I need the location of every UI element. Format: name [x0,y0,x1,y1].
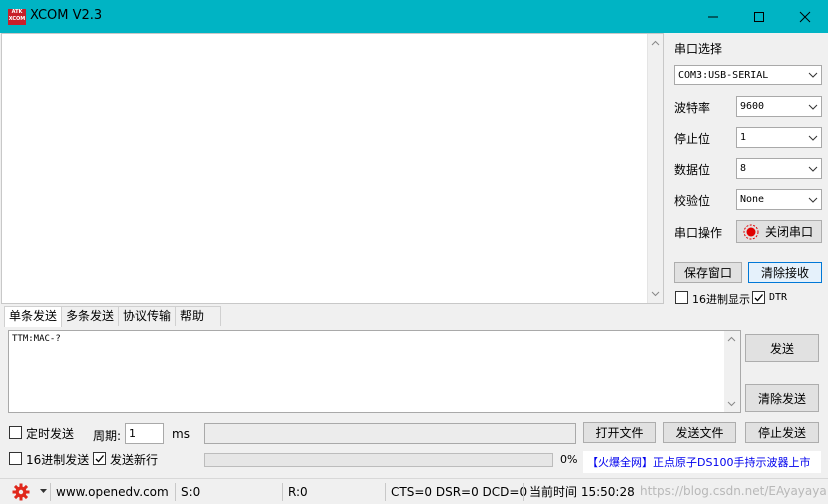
checkmark-icon [754,294,763,302]
chevron-down-icon [808,104,818,110]
sent-count: S:0 [175,483,200,501]
clear-receive-button[interactable]: 清除接收 [748,262,822,283]
chevron-down-icon [808,72,818,78]
parity-label: 校验位 [674,194,711,208]
port-operation-label: 串口操作 [674,226,723,240]
dtr-checkbox[interactable] [752,291,765,304]
send-file-label: 发送文件 [675,426,724,440]
send-newline-label: 发送新行 [110,453,159,467]
receive-scrollbar[interactable] [647,34,663,303]
clear-send-button[interactable]: 清除发送 [745,384,819,412]
stopbits-label: 停止位 [674,132,711,146]
dtr-label: DTR [769,292,788,303]
scroll-down-icon[interactable] [651,291,660,297]
send-button-label: 发送 [769,341,794,356]
databits-select[interactable]: 8 [736,158,822,179]
maximize-button[interactable] [736,0,782,33]
tab-single-send[interactable]: 单条发送 [4,306,63,327]
line-status: CTS=0 DSR=0 DCD=0 [385,483,527,501]
clear-send-label: 清除发送 [757,391,806,406]
minimize-icon [708,16,718,17]
close-icon [799,11,811,22]
period-input[interactable]: 1 [125,423,164,444]
timed-send-checkbox[interactable] [9,426,22,439]
hex-send-label: 16进制发送 [26,453,90,467]
period-unit: ms [172,427,190,441]
tab-multi-send[interactable]: 多条发送 [61,306,120,326]
parity-select-value: None [740,194,765,205]
save-window-button[interactable]: 保存窗口 [674,262,742,283]
port-select[interactable]: COM3:USB-SERIAL [674,65,822,85]
databits-label: 数据位 [674,163,711,177]
databits-select-value: 8 [740,163,747,174]
send-text: TTM:MAC-? [12,334,61,344]
baud-label: 波特率 [674,101,711,115]
port-section-label: 串口选择 [674,42,723,56]
title-bar[interactable]: ATK XCOM XCOM V2.3 [0,0,828,33]
clear-receive-label: 清除接收 [760,266,809,280]
send-scrollbar[interactable] [724,331,740,412]
scroll-up-icon[interactable] [651,40,660,46]
checkmark-icon [95,455,104,463]
timed-send-label: 定时发送 [26,427,75,441]
send-textarea[interactable]: TTM:MAC-? [8,330,741,413]
receive-textarea[interactable] [1,33,664,304]
port-status-icon [743,224,759,239]
website-link[interactable]: www.openedv.com [50,483,169,501]
app-logo: ATK XCOM [8,9,26,25]
open-file-label: 打开文件 [595,426,644,440]
close-button[interactable] [782,0,828,33]
send-newline-checkbox[interactable] [93,452,106,465]
parity-select[interactable]: None [736,189,822,210]
tab-protocol[interactable]: 协议传输 [118,306,177,326]
minimize-button[interactable] [690,0,736,33]
hex-send-checkbox[interactable] [9,452,22,465]
baud-select[interactable]: 9600 [736,96,822,117]
hex-display-checkbox[interactable] [675,291,688,304]
send-progress-text: 0% [560,453,578,466]
chevron-down-icon [808,166,818,172]
hex-display-label: 16进制显示 [692,293,750,306]
scroll-down-icon[interactable] [727,401,736,407]
maximize-icon [754,11,764,22]
dropdown-arrow-icon[interactable] [40,489,47,494]
file-path-input[interactable] [204,423,576,444]
period-label: 周期: [93,429,122,443]
stop-send-button[interactable]: 停止发送 [745,422,819,443]
send-button[interactable]: 发送 [745,334,819,362]
port-select-value: COM3:USB-SERIAL [678,69,769,81]
save-window-label: 保存窗口 [683,266,732,280]
baud-select-value: 9600 [740,101,765,112]
scroll-up-icon[interactable] [727,336,736,342]
send-file-button[interactable]: 发送文件 [663,422,736,443]
window-title: XCOM V2.3 [30,8,103,23]
current-time: 当前时间 15:50:28 [523,483,635,501]
close-port-button[interactable]: 关闭串口 [736,220,822,243]
chevron-down-icon [808,135,818,141]
stopbits-select[interactable]: 1 [736,127,822,148]
send-mode-tabs: 单条发送 多条发送 协议传输 帮助 [4,306,222,327]
stop-send-label: 停止发送 [757,426,806,440]
stopbits-select-value: 1 [740,132,747,143]
watermark: https://blog.csdn.net/EAyayaya [640,484,827,498]
period-value: 1 [129,427,136,440]
open-file-button[interactable]: 打开文件 [583,422,656,443]
ad-link[interactable]: 【火爆全网】正点原子DS100手持示波器上市 [583,451,821,473]
chevron-down-icon [808,197,818,203]
close-port-label: 关闭串口 [765,225,814,239]
send-progress-bar [204,453,553,467]
gear-icon[interactable] [12,483,30,501]
tab-help[interactable]: 帮助 [175,306,222,326]
received-count: R:0 [282,483,308,501]
